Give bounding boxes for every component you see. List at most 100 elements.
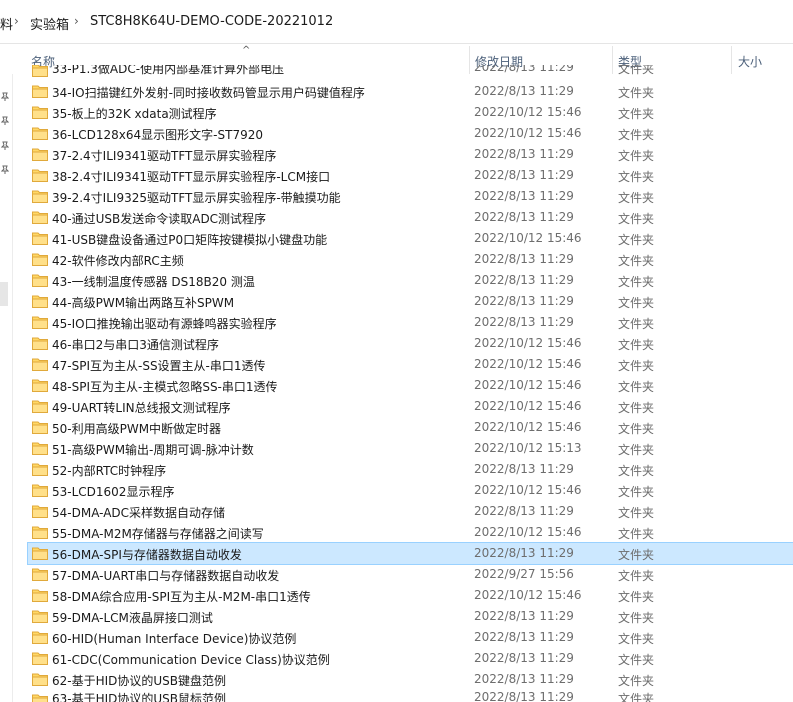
pin-icon	[1, 92, 9, 102]
folder-row[interactable]: 50-利用高级PWM中断做定时器 2022/10/12 15:46 文件夹	[28, 417, 793, 438]
folder-icon	[32, 294, 48, 308]
folder-row[interactable]: 60-HID(Human Interface Device)协议范例 2022/8…	[28, 627, 793, 648]
folder-icon	[32, 231, 48, 245]
folder-icon	[32, 315, 48, 329]
folder-row[interactable]: 49-UART转LIN总线报文测试程序 2022/10/12 15:46 文件夹	[28, 396, 793, 417]
file-date-modified: 2022/10/12 15:46	[474, 357, 582, 371]
folder-row[interactable]: 55-DMA-M2M存储器与存储器之间读写 2022/10/12 15:46 文件夹	[28, 522, 793, 543]
folder-row[interactable]: 36-LCD128x64显示图形文字-ST7920 2022/10/12 15:4…	[28, 123, 793, 144]
file-date-modified: 2022/10/12 15:13	[474, 441, 582, 455]
address-bar[interactable]: 料 › 实验箱 › STC8H8K64U-DEMO-CODE-20221012	[0, 0, 793, 44]
file-name: 36-LCD128x64显示图形文字-ST7920	[52, 128, 263, 142]
folder-row[interactable]: 39-2.4寸ILI9325驱动TFT显示屏实验程序-带触摸功能 2022/8/1…	[28, 186, 793, 207]
breadcrumb-item-parent[interactable]: 料	[0, 14, 13, 33]
file-type: 文件夹	[618, 86, 655, 100]
sort-ascending-icon: ^	[242, 45, 251, 56]
file-type: 文件夹	[618, 464, 655, 478]
folder-icon	[32, 252, 48, 266]
file-date-modified: 2022/10/12 15:46	[474, 483, 582, 497]
folder-icon	[32, 504, 48, 518]
folder-row[interactable]: 52-内部RTC时钟程序 2022/8/13 11:29 文件夹	[28, 459, 793, 480]
folder-row[interactable]: 58-DMA综合应用-SPI互为主从-M2M-串口1透传 2022/10/12 1…	[28, 585, 793, 606]
folder-row[interactable]: 62-基于HID协议的USB键盘范例 2022/8/13 11:29 文件夹	[28, 669, 793, 690]
file-date-modified: 2022/8/13 11:29	[474, 294, 574, 308]
chevron-right-icon[interactable]: ›	[74, 14, 79, 28]
folder-row[interactable]: 46-串口2与串口3通信测试程序 2022/10/12 15:46 文件夹	[28, 333, 793, 354]
folder-icon	[32, 189, 48, 203]
folder-row[interactable]: 51-高级PWM输出-周期可调-脉冲计数 2022/10/12 15:13 文件夹	[28, 438, 793, 459]
folder-row[interactable]: 40-通过USB发送命令读取ADC测试程序 2022/8/13 11:29 文件夹	[28, 207, 793, 228]
file-date-modified: 2022/10/12 15:46	[474, 105, 582, 119]
folder-icon	[32, 693, 48, 702]
file-date-modified: 2022/8/13 11:29	[474, 210, 574, 224]
file-type: 文件夹	[618, 170, 655, 184]
folder-row[interactable]: 56-DMA-SPI与存储器数据自动收发 2022/8/13 11:29 文件夹	[27, 542, 793, 565]
file-type: 文件夹	[618, 149, 655, 163]
chevron-right-icon[interactable]: ›	[14, 14, 19, 28]
file-type: 文件夹	[618, 548, 655, 562]
file-type: 文件夹	[618, 233, 655, 247]
file-type: 文件夹	[618, 422, 655, 436]
file-name: 33-P1.3做ADC-使用内部基准计算外部电压	[52, 65, 285, 76]
pin-icon	[1, 141, 9, 151]
folder-row[interactable]: 37-2.4寸ILI9341驱动TFT显示屏实验程序 2022/8/13 11:2…	[28, 144, 793, 165]
file-type: 文件夹	[618, 569, 655, 583]
folder-icon	[32, 273, 48, 287]
folder-icon	[32, 378, 48, 392]
file-name: 39-2.4寸ILI9325驱动TFT显示屏实验程序-带触摸功能	[52, 191, 341, 205]
folder-icon	[32, 588, 48, 602]
file-date-modified: 2022/8/13 11:29	[474, 273, 574, 287]
folder-row[interactable]: 38-2.4寸ILI9341驱动TFT显示屏实验程序-LCM接口 2022/8/1…	[28, 165, 793, 186]
file-name: 40-通过USB发送命令读取ADC测试程序	[52, 212, 267, 226]
pin-icon	[1, 116, 9, 126]
file-type: 文件夹	[618, 359, 655, 373]
folder-icon	[32, 567, 48, 581]
file-type: 文件夹	[618, 611, 655, 625]
folder-row[interactable]: 61-CDC(Communication Device Class)协议范例 20…	[28, 648, 793, 669]
file-type: 文件夹	[618, 506, 655, 520]
file-type: 文件夹	[618, 65, 655, 76]
breadcrumb-item-current-folder[interactable]: STC8H8K64U-DEMO-CODE-20221012	[90, 14, 333, 29]
file-name: 37-2.4寸ILI9341驱动TFT显示屏实验程序	[52, 149, 277, 163]
folder-row[interactable]: 43-一线制温度传感器 DS18B20 测温 2022/8/13 11:29 文件夹	[28, 270, 793, 291]
folder-row[interactable]: 63-基于HID协议的USB鼠标范例 2022/8/13 11:29 文件夹	[28, 690, 793, 702]
file-name: 38-2.4寸ILI9341驱动TFT显示屏实验程序-LCM接口	[52, 170, 331, 184]
file-type: 文件夹	[618, 485, 655, 499]
file-date-modified: 2022/10/12 15:46	[474, 588, 582, 602]
breadcrumb-item-lab-box[interactable]: 实验箱	[30, 14, 69, 33]
file-list[interactable]: 33-P1.3做ADC-使用内部基准计算外部电压 2022/8/13 11:29 文…	[12, 65, 793, 702]
file-name: 51-高级PWM输出-周期可调-脉冲计数	[52, 443, 254, 457]
nav-scrollbar-thumb[interactable]	[0, 282, 8, 306]
folder-row[interactable]: 42-软件修改内部RC主频 2022/8/13 11:29 文件夹	[28, 249, 793, 270]
folder-icon	[32, 651, 48, 665]
folder-row[interactable]: 47-SPI互为主从-SS设置主从-串口1透传 2022/10/12 15:46 文…	[28, 354, 793, 375]
file-date-modified: 2022/10/12 15:46	[474, 525, 582, 539]
folder-row[interactable]: 41-USB键盘设备通过P0口矩阵按键模拟小键盘功能 2022/10/12 15:…	[28, 228, 793, 249]
file-type: 文件夹	[618, 443, 655, 457]
file-date-modified: 2022/8/13 11:29	[474, 672, 574, 686]
file-name: 43-一线制温度传感器 DS18B20 测温	[52, 275, 255, 289]
file-date-modified: 2022/10/12 15:46	[474, 399, 582, 413]
folder-row[interactable]: 53-LCD1602显示程序 2022/10/12 15:46 文件夹	[28, 480, 793, 501]
folder-icon	[32, 441, 48, 455]
folder-icon	[32, 462, 48, 476]
folder-row[interactable]: 54-DMA-ADC采样数据自动存储 2022/8/13 11:29 文件夹	[28, 501, 793, 522]
file-name: 45-IO口推挽输出驱动有源蜂鸣器实验程序	[52, 317, 277, 331]
file-date-modified: 2022/8/13 11:29	[474, 462, 574, 476]
folder-row[interactable]: 44-高级PWM输出两路互补SPWM 2022/8/13 11:29 文件夹	[28, 291, 793, 312]
file-name: 52-内部RTC时钟程序	[52, 464, 167, 478]
folder-row[interactable]: 59-DMA-LCM液晶屏接口测试 2022/8/13 11:29 文件夹	[28, 606, 793, 627]
file-name: 61-CDC(Communication Device Class)协议范例	[52, 653, 330, 667]
folder-row[interactable]: 48-SPI互为主从-主模式忽略SS-串口1透传 2022/10/12 15:46…	[28, 375, 793, 396]
folder-row[interactable]: 45-IO口推挽输出驱动有源蜂鸣器实验程序 2022/8/13 11:29 文件夹	[28, 312, 793, 333]
file-date-modified: 2022/8/13 11:29	[474, 84, 574, 98]
folder-row[interactable]: 33-P1.3做ADC-使用内部基准计算外部电压 2022/8/13 11:29 文…	[28, 65, 793, 81]
folder-row[interactable]: 35-板上的32K xdata测试程序 2022/10/12 15:46 文件夹	[28, 102, 793, 123]
file-name: 42-软件修改内部RC主频	[52, 254, 184, 268]
folder-icon	[32, 336, 48, 350]
folder-row[interactable]: 34-IO扫描键红外发射-同时接收数码管显示用户码键值程序 2022/8/13 1…	[28, 81, 793, 102]
folder-row[interactable]: 57-DMA-UART串口与存储器数据自动收发 2022/9/27 15:56 文件…	[28, 564, 793, 585]
folder-icon	[32, 126, 48, 140]
file-type: 文件夹	[618, 632, 655, 646]
file-type: 文件夹	[618, 338, 655, 352]
